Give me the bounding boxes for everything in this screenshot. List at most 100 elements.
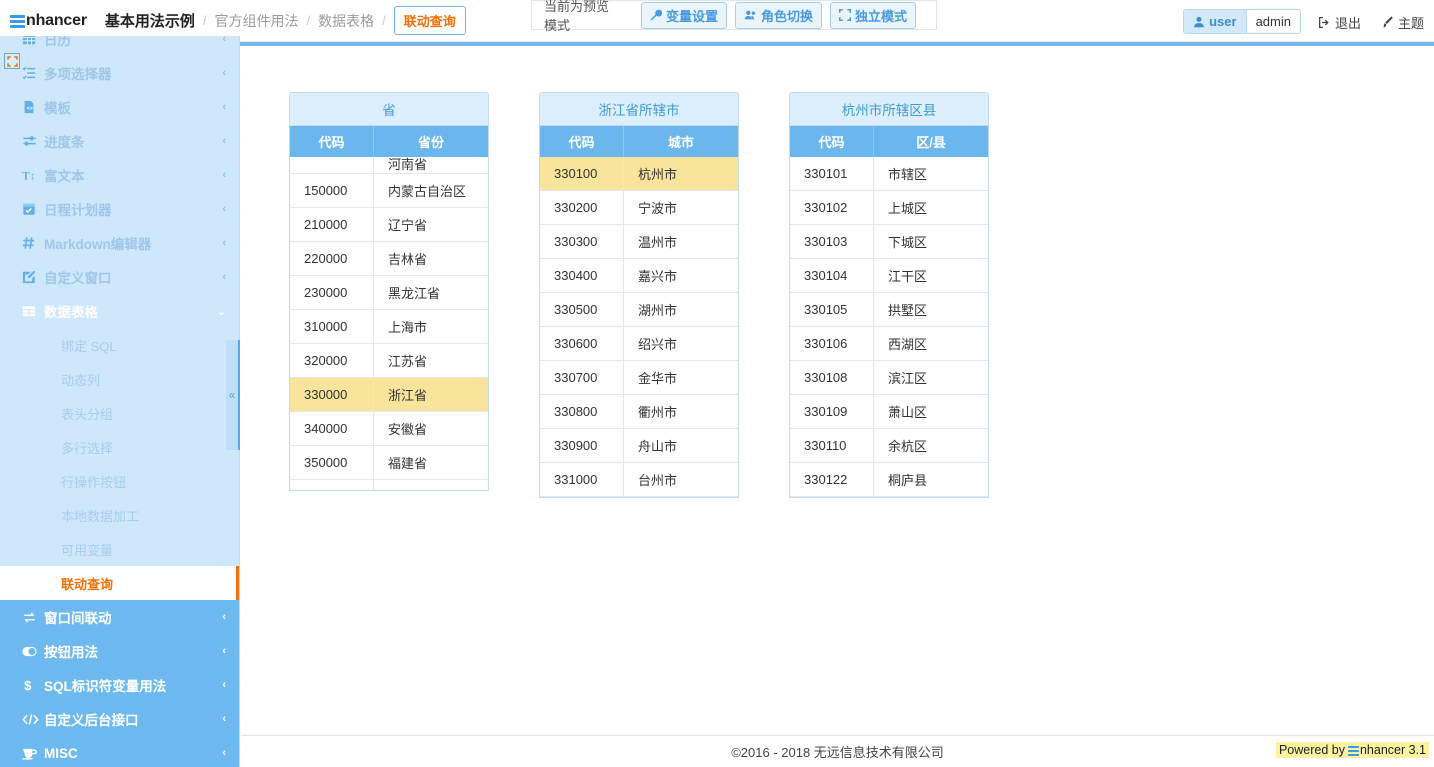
table-row[interactable]: 330900舟山市 bbox=[540, 429, 738, 463]
variable-settings-button[interactable]: 变量设置 bbox=[641, 2, 727, 29]
sidebar-item-template[interactable]: <> 模板 ‹ bbox=[0, 90, 240, 124]
table-row[interactable]: 330103下城区 bbox=[790, 225, 988, 259]
sidebar-subitem-available-variables[interactable]: 可用变量 bbox=[0, 532, 240, 566]
table-row[interactable]: 330300温州市 bbox=[540, 225, 738, 259]
table-row-selected[interactable]: 330100杭州市 bbox=[540, 157, 738, 191]
standalone-mode-button[interactable]: 独立模式 bbox=[830, 2, 916, 29]
sidebar-item-customwindow[interactable]: 自定义窗口 ‹ bbox=[0, 260, 240, 294]
province-table-body[interactable]: 河南省 150000内蒙古自治区 210000辽宁省 220000吉林省 230… bbox=[290, 157, 488, 491]
sidebar-label-datatable: 数据表格 bbox=[44, 301, 217, 321]
sidebar-label-window-linkage: 窗口间联动 bbox=[44, 607, 222, 627]
table-row[interactable]: 210000辽宁省 bbox=[290, 208, 488, 242]
sidebar-subitem-dynamic-columns[interactable]: 动态列 bbox=[0, 362, 240, 396]
table-row[interactable]: 330108滨江区 bbox=[790, 361, 988, 395]
sidebar-item-custom-backend-api[interactable]: 自定义后台接口 ‹ bbox=[0, 702, 240, 736]
province-col-code: 代码 bbox=[290, 126, 374, 157]
breadcrumb-active-page[interactable]: 联动查询 bbox=[394, 6, 466, 35]
city-table-title: 浙江省所辖市 bbox=[540, 93, 738, 126]
users-icon bbox=[744, 9, 757, 21]
table-row[interactable]: 150000内蒙古自治区 bbox=[290, 174, 488, 208]
table-row-partial[interactable] bbox=[290, 480, 488, 491]
city-col-code: 代码 bbox=[540, 126, 624, 157]
cell-code: 330200 bbox=[540, 191, 624, 224]
city-table-header: 代码 城市 bbox=[540, 126, 738, 157]
table-row[interactable]: 340000安徽省 bbox=[290, 412, 488, 446]
role-switch-button[interactable]: 角色切换 bbox=[735, 2, 822, 29]
table-row[interactable]: 330110余杭区 bbox=[790, 429, 988, 463]
cell-name: 绍兴市 bbox=[624, 327, 738, 360]
theme-link[interactable]: 主题 bbox=[1381, 13, 1424, 32]
sidebar-item-datatable[interactable]: 数据表格 ⌄ bbox=[0, 294, 240, 328]
sidebar-sublabel-row-action-button: 行操作按钮 bbox=[61, 472, 126, 491]
table-row[interactable]: 330700金华市 bbox=[540, 361, 738, 395]
sidebar-subitem-row-action-button[interactable]: 行操作按钮 bbox=[0, 464, 240, 498]
sidebar-subitem-bind-sql[interactable]: 绑定 SQL bbox=[0, 328, 240, 362]
sidebar-label-customwindow: 自定义窗口 bbox=[44, 267, 222, 287]
table-row[interactable]: 330800衢州市 bbox=[540, 395, 738, 429]
table-row[interactable]: 230000黑龙江省 bbox=[290, 276, 488, 310]
breadcrumb-separator-3: / bbox=[382, 13, 386, 28]
admin-tab[interactable]: admin bbox=[1246, 10, 1300, 33]
fullscreen-icon bbox=[7, 56, 18, 67]
sidebar-item-button-usage[interactable]: 按钮用法 ‹ bbox=[0, 634, 240, 668]
cell-name: 温州市 bbox=[624, 225, 738, 258]
fullscreen-toggle-button[interactable] bbox=[4, 53, 20, 69]
table-row[interactable]: 330101市辖区 bbox=[790, 157, 988, 191]
table-row-selected[interactable]: 330000浙江省 bbox=[290, 378, 488, 412]
user-tab[interactable]: user bbox=[1184, 10, 1245, 33]
cell-code: 330122 bbox=[790, 463, 874, 496]
table-row[interactable]: 310000上海市 bbox=[290, 310, 488, 344]
chevron-left-icon: ‹ bbox=[222, 713, 226, 725]
table-row[interactable]: 330106西湖区 bbox=[790, 327, 988, 361]
sidebar-item-multiselect[interactable]: 多项选择器 ‹ bbox=[0, 56, 240, 90]
logout-link[interactable]: 退出 bbox=[1318, 13, 1361, 32]
sidebar-item-calendar[interactable]: 日历 ‹ bbox=[0, 36, 240, 56]
chevron-left-icon: ‹ bbox=[222, 611, 226, 623]
sidebar-subitem-cascading-query[interactable]: 联动查询 bbox=[0, 566, 240, 600]
table-row[interactable]: 330122桐庐县 bbox=[790, 463, 988, 497]
district-table-header: 代码 区/县 bbox=[790, 126, 988, 157]
sidebar-subitem-local-data-process[interactable]: 本地数据加工 bbox=[0, 498, 240, 532]
table-row[interactable]: 331000台州市 bbox=[540, 463, 738, 497]
preview-mode-bar: 当前为预览模式 变量设置 角色切换 独立模式 bbox=[531, 0, 937, 30]
table-row[interactable]: 330200宁波市 bbox=[540, 191, 738, 225]
sidebar-item-markdown[interactable]: Markdown编辑器 ‹ bbox=[0, 226, 240, 260]
table-row[interactable]: 330500湖州市 bbox=[540, 293, 738, 327]
theme-label: 主题 bbox=[1398, 13, 1424, 32]
table-row[interactable]: 220000吉林省 bbox=[290, 242, 488, 276]
table-row[interactable]: 330109萧山区 bbox=[790, 395, 988, 429]
sidebar-item-scheduler[interactable]: 日程计划器 ‹ bbox=[0, 192, 240, 226]
sidebar-item-richtext[interactable]: T↕ 富文本 ‹ bbox=[0, 158, 240, 192]
sidebar-subitem-multirow-select[interactable]: 多行选择 bbox=[0, 430, 240, 464]
sidebar-collapse-toggle[interactable]: « bbox=[226, 340, 240, 450]
sidebar-item-progressbar[interactable]: 进度条 ‹ bbox=[0, 124, 240, 158]
app-logo[interactable]: nhancer bbox=[10, 12, 87, 30]
breadcrumb-item-official[interactable]: 官方组件用法 bbox=[214, 11, 298, 31]
user-role-switcher[interactable]: user admin bbox=[1183, 9, 1301, 34]
cell-name: 舟山市 bbox=[624, 429, 738, 462]
cell-code: 330800 bbox=[540, 395, 624, 428]
table-row[interactable]: 330400嘉兴市 bbox=[540, 259, 738, 293]
table-row[interactable]: 330105拱墅区 bbox=[790, 293, 988, 327]
sidebar-item-window-linkage[interactable]: 窗口间联动 ‹ bbox=[0, 600, 240, 634]
city-table-body[interactable]: 330100杭州市 330200宁波市 330300温州市 330400嘉兴市 … bbox=[540, 157, 738, 497]
calendar-check-icon bbox=[22, 202, 44, 216]
table-row[interactable]: 350000福建省 bbox=[290, 446, 488, 480]
table-row[interactable]: 河南省 bbox=[290, 157, 488, 174]
breadcrumb-item-datatable[interactable]: 数据表格 bbox=[318, 11, 374, 31]
cell-name: 河南省 bbox=[374, 157, 488, 173]
table-row[interactable]: 330104江干区 bbox=[790, 259, 988, 293]
chevron-left-icon: ‹ bbox=[222, 271, 226, 283]
table-row[interactable]: 330600绍兴市 bbox=[540, 327, 738, 361]
district-table-body[interactable]: 330101市辖区 330102上城区 330103下城区 330104江干区 … bbox=[790, 157, 988, 497]
file-code-icon: <> bbox=[22, 100, 44, 114]
cell-code: 330106 bbox=[790, 327, 874, 360]
sidebar-item-misc[interactable]: MISC ‹ bbox=[0, 736, 240, 767]
table-row[interactable]: 330102上城区 bbox=[790, 191, 988, 225]
sidebar-item-sql-identifier-variable[interactable]: $ SQL标识符变量用法 ‹ bbox=[0, 668, 240, 702]
cell-code: 330600 bbox=[540, 327, 624, 360]
table-row[interactable]: 320000江苏省 bbox=[290, 344, 488, 378]
cell-name: 安徽省 bbox=[374, 412, 488, 445]
sidebar-subitem-header-group[interactable]: 表头分组 bbox=[0, 396, 240, 430]
sidebar-label-custom-backend-api: 自定义后台接口 bbox=[44, 709, 222, 729]
